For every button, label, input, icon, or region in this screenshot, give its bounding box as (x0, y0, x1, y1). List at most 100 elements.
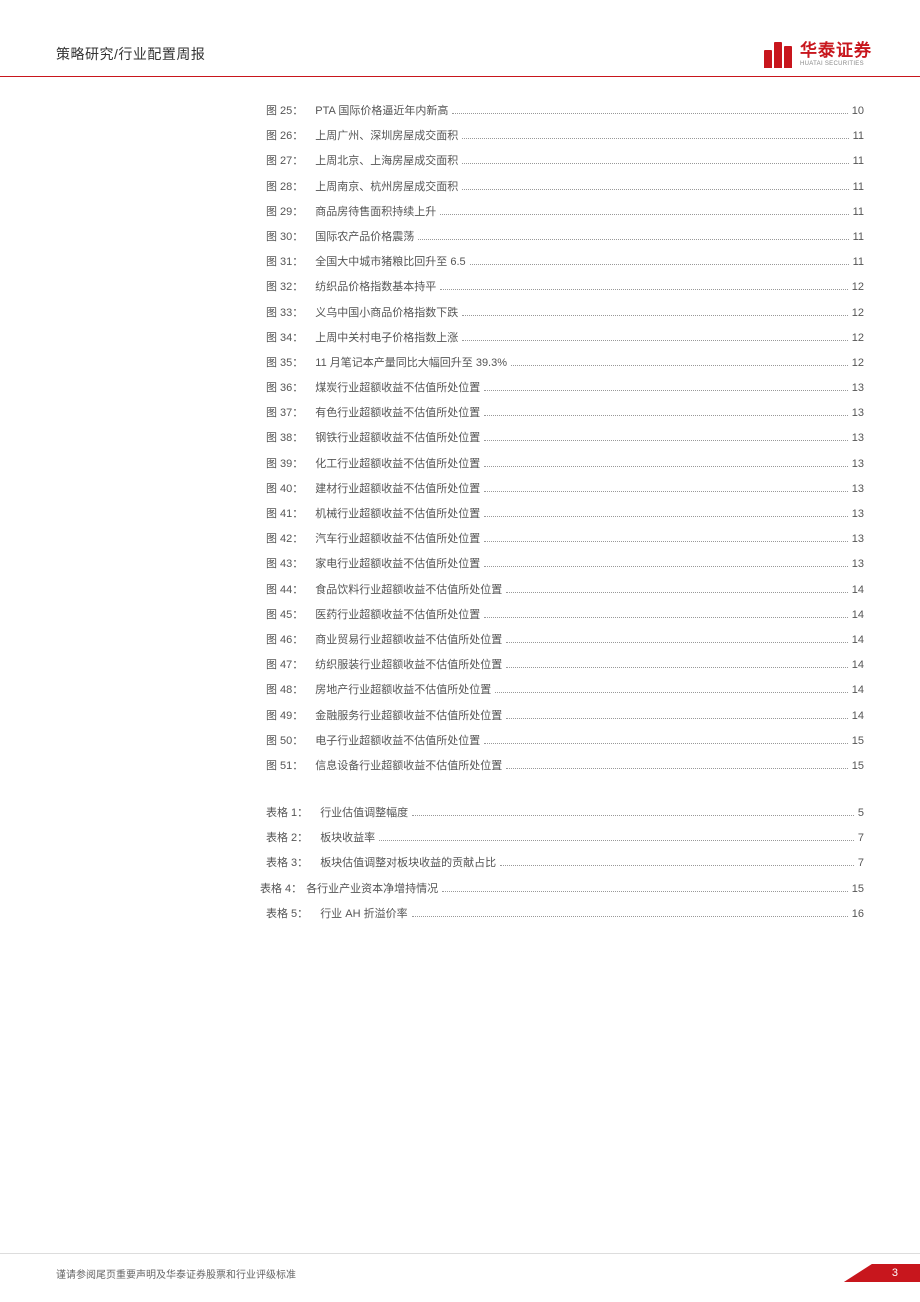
toc-leader-dots (484, 541, 847, 542)
toc-leader-dots (462, 340, 847, 341)
toc-leader-dots (412, 815, 854, 816)
toc-title: 化工行业超额收益不估值所处位置 (303, 458, 480, 471)
toc-title: 医药行业超额收益不估值所处位置 (303, 609, 480, 622)
toc-label: 表格 1： (56, 807, 308, 820)
toc-row: 表格 2：板块收益率7 (56, 832, 864, 845)
toc-page: 7 (858, 832, 864, 845)
toc-title: 有色行业超额收益不估值所处位置 (303, 407, 480, 420)
toc-row: 表格 5：行业 AH 折溢价率16 (56, 908, 864, 921)
toc-page: 14 (852, 710, 864, 723)
toc-leader-dots (484, 466, 847, 467)
toc-label: 图 38： (56, 432, 303, 445)
toc-page: 13 (852, 432, 864, 445)
toc-page: 15 (852, 883, 864, 896)
logo-mark-icon (764, 40, 794, 68)
toc-page: 13 (852, 508, 864, 521)
toc-title: 金融服务行业超额收益不估值所处位置 (303, 710, 502, 723)
toc-label: 图 34： (56, 332, 303, 345)
toc-leader-dots (506, 592, 847, 593)
toc-page: 13 (852, 558, 864, 571)
toc-page: 14 (852, 634, 864, 647)
toc-leader-dots (484, 415, 847, 416)
toc-label: 图 30： (56, 231, 303, 244)
figures-list: 图 25：PTA 国际价格逼近年内新高10图 26：上周广州、深圳房屋成交面积1… (56, 105, 864, 773)
toc-title: 上周广州、深圳房屋成交面积 (303, 130, 458, 143)
toc-leader-dots (484, 743, 847, 744)
toc-leader-dots (506, 642, 847, 643)
toc-label: 图 45： (56, 609, 303, 622)
toc-title: 汽车行业超额收益不估值所处位置 (303, 533, 480, 546)
toc-title: 商业贸易行业超额收益不估值所处位置 (303, 634, 502, 647)
toc-title: 纺织服装行业超额收益不估值所处位置 (303, 659, 502, 672)
toc-title: 煤炭行业超额收益不估值所处位置 (303, 382, 480, 395)
toc-leader-dots (418, 239, 848, 240)
toc-row: 图 29：商品房待售面积持续上升11 (56, 206, 864, 219)
toc-title: 钢铁行业超额收益不估值所处位置 (303, 432, 480, 445)
toc-leader-dots (462, 138, 848, 139)
toc-leader-dots (462, 189, 848, 190)
toc-label: 表格 4： (56, 883, 302, 896)
toc-label: 图 49： (56, 710, 303, 723)
toc-row: 图 34：上周中关村电子价格指数上涨12 (56, 332, 864, 345)
toc-page: 12 (852, 307, 864, 320)
toc-title: 电子行业超额收益不估值所处位置 (303, 735, 480, 748)
toc-row: 图 27：上周北京、上海房屋成交面积11 (56, 155, 864, 168)
toc-row: 图 42：汽车行业超额收益不估值所处位置13 (56, 533, 864, 546)
toc-title: 信息设备行业超额收益不估值所处位置 (303, 760, 502, 773)
toc-page: 10 (852, 105, 864, 118)
toc-leader-dots (379, 840, 854, 841)
toc-leader-dots (442, 891, 848, 892)
toc-row: 图 44：食品饮料行业超额收益不估值所处位置14 (56, 584, 864, 597)
report-category: 策略研究/行业配置周报 (56, 44, 205, 68)
toc-label: 图 48： (56, 684, 303, 697)
toc-page: 13 (852, 483, 864, 496)
toc-label: 图 50： (56, 735, 303, 748)
toc-title: 机械行业超额收益不估值所处位置 (303, 508, 480, 521)
toc-page: 11 (853, 181, 864, 194)
toc-page: 12 (852, 357, 864, 370)
toc-page: 11 (853, 231, 864, 244)
toc-label: 表格 3： (56, 857, 308, 870)
toc-page: 7 (858, 857, 864, 870)
toc-row: 图 39：化工行业超额收益不估值所处位置13 (56, 458, 864, 471)
toc-title: 板块收益率 (308, 832, 375, 845)
toc-row: 图 47：纺织服装行业超额收益不估值所处位置14 (56, 659, 864, 672)
toc-leader-dots (506, 667, 847, 668)
page-header: 策略研究/行业配置周报 华泰证券 HUATAI SECURITIES (0, 0, 920, 77)
toc-leader-dots (462, 315, 847, 316)
toc-label: 图 46： (56, 634, 303, 647)
toc-leader-dots (495, 692, 847, 693)
toc-row: 图 36：煤炭行业超额收益不估值所处位置13 (56, 382, 864, 395)
toc-row: 表格 4：各行业产业资本净增持情况15 (56, 883, 864, 896)
toc-leader-dots (484, 390, 847, 391)
toc-title: PTA 国际价格逼近年内新高 (303, 105, 448, 118)
page-number: 3 (844, 1264, 920, 1282)
toc-leader-dots (506, 768, 847, 769)
toc-row: 图 40：建材行业超额收益不估值所处位置13 (56, 483, 864, 496)
logo-text-cn: 华泰证券 (800, 42, 872, 59)
toc-leader-dots (484, 516, 847, 517)
brand-logo: 华泰证券 HUATAI SECURITIES (764, 40, 872, 68)
toc-page: 11 (853, 256, 864, 269)
toc-label: 图 39： (56, 458, 303, 471)
toc-leader-dots (484, 491, 847, 492)
toc-title: 家电行业超额收益不估值所处位置 (303, 558, 480, 571)
toc-row: 图 37：有色行业超额收益不估值所处位置13 (56, 407, 864, 420)
toc-leader-dots (440, 214, 848, 215)
tables-list: 表格 1：行业估值调整幅度5表格 2：板块收益率7表格 3：板块估值调整对板块收… (56, 807, 864, 921)
toc-title: 商品房待售面积持续上升 (303, 206, 436, 219)
toc-title: 纺织品价格指数基本持平 (303, 281, 436, 294)
toc-page: 14 (852, 659, 864, 672)
toc-label: 图 40： (56, 483, 303, 496)
logo-text: 华泰证券 HUATAI SECURITIES (800, 42, 872, 67)
toc-page: 15 (852, 760, 864, 773)
toc-page: 13 (852, 407, 864, 420)
toc-leader-dots (412, 916, 848, 917)
toc-row: 表格 1：行业估值调整幅度5 (56, 807, 864, 820)
toc-leader-dots (484, 440, 847, 441)
toc-label: 图 26： (56, 130, 303, 143)
toc-label: 图 27： (56, 155, 303, 168)
toc-label: 图 31： (56, 256, 303, 269)
toc-row: 图 51：信息设备行业超额收益不估值所处位置15 (56, 760, 864, 773)
toc-label: 图 29： (56, 206, 303, 219)
